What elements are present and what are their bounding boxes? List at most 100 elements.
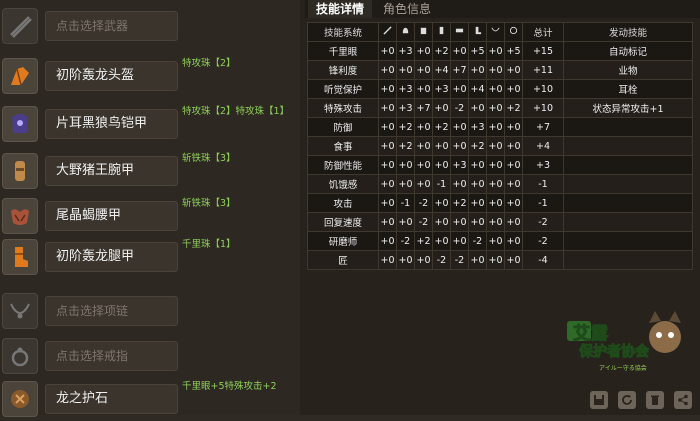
total-value: +7 xyxy=(522,117,564,137)
waist-value: +3 xyxy=(450,155,469,175)
equipment-slot[interactable]: 点击选择项链 xyxy=(0,293,300,333)
arm-column-icon xyxy=(432,22,451,42)
waist-value: +0 xyxy=(450,136,469,156)
equipment-name[interactable]: 点击选择项链 xyxy=(45,296,178,326)
equipment-name[interactable]: 初阶轰龙腿甲 xyxy=(45,242,178,272)
skill-system-cell: 匠 xyxy=(307,250,379,270)
arm-value: +3 xyxy=(432,79,451,99)
equipment-name[interactable]: 点击选择武器 xyxy=(45,11,178,41)
charm-value: +0 xyxy=(504,117,523,137)
total-value: -2 xyxy=(522,212,564,232)
arm-value: +0 xyxy=(432,136,451,156)
activated-skill-cell: 状态异常攻击+1 xyxy=(563,98,693,118)
charm-value: +0 xyxy=(504,174,523,194)
skill-system-cell: 防御 xyxy=(307,117,379,137)
share-button[interactable] xyxy=(674,391,692,409)
table-row: 攻击 +0 -1 -2 +0 +2 +0 +0 +0 -1 xyxy=(307,193,693,213)
table-row: 食事 +0 +2 +0 +0 +0 +2 +0 +0 +4 xyxy=(307,136,693,156)
chest-value: +0 xyxy=(414,41,433,61)
waist-value: -2 xyxy=(450,98,469,118)
leg-armor-icon[interactable] xyxy=(2,239,38,275)
helmet-value: +0 xyxy=(396,60,415,80)
charm-value: +0 xyxy=(504,231,523,251)
table-row: 千里眼 +0 +3 +0 +2 +0 +5 +0 +5 +15 自动标记 xyxy=(307,41,693,61)
jewel-info: 斩铁珠【3】 xyxy=(182,198,236,209)
header-skill-system: 技能系统 xyxy=(307,22,379,42)
weapon-value: +0 xyxy=(378,231,397,251)
equipment-name[interactable]: 尾晶蝎腰甲 xyxy=(45,201,178,231)
trash-icon xyxy=(651,395,659,405)
total-value: -2 xyxy=(522,231,564,251)
equipment-name[interactable]: 龙之护石 xyxy=(45,384,178,414)
skill-table-wrapper: 技能系统 总计 发动技能 千里眼 +0 +3 +0 +2 +0 +5 +0 +5 +15 自动标记锋… xyxy=(307,22,695,270)
helmet-icon[interactable] xyxy=(2,58,38,94)
total-value: +10 xyxy=(522,79,564,99)
equipment-slot[interactable]: 片耳黑狼鸟铠甲 特攻珠【2】特攻珠【1】 xyxy=(0,106,300,146)
refresh-button[interactable] xyxy=(618,391,636,409)
equipment-slot[interactable]: 尾晶蝎腰甲 斩铁珠【3】 xyxy=(0,198,300,238)
waist-value: +0 xyxy=(450,174,469,194)
equipment-slot[interactable]: 初阶轰龙头盔 特攻珠【2】 xyxy=(0,58,300,98)
equipment-name[interactable]: 点击选择戒指 xyxy=(45,341,178,371)
equipment-name[interactable]: 大野猪王腕甲 xyxy=(45,156,178,186)
waist-value: +0 xyxy=(450,79,469,99)
equipment-name[interactable]: 片耳黑狼鸟铠甲 xyxy=(45,109,178,139)
leg-value: +0 xyxy=(468,155,487,175)
charm-icon[interactable] xyxy=(2,381,38,417)
leg-value: +0 xyxy=(468,98,487,118)
helmet-column-icon xyxy=(396,22,415,42)
table-row: 特殊攻击 +0 +3 +7 +0 -2 +0 +0 +2 +10 状态异常攻击+1 xyxy=(307,98,693,118)
delete-button[interactable] xyxy=(646,391,664,409)
table-row: 防御 +0 +2 +0 +2 +0 +3 +0 +0 +7 xyxy=(307,117,693,137)
waist-value: +0 xyxy=(450,41,469,61)
waist-value: +2 xyxy=(450,193,469,213)
activated-skill-cell xyxy=(563,231,693,251)
arm-value: -1 xyxy=(432,174,451,194)
helmet-value: +3 xyxy=(396,41,415,61)
tab-character-info[interactable]: 角色信息 xyxy=(375,0,439,18)
arm-value: +0 xyxy=(432,212,451,232)
chest-armor-icon[interactable] xyxy=(2,106,38,142)
arm-value: +0 xyxy=(432,231,451,251)
leg-value: +0 xyxy=(468,212,487,232)
table-row: 研磨师 +0 -2 +2 +0 +0 -2 +0 +0 -2 xyxy=(307,231,693,251)
equipment-slot[interactable]: 龙之护石 千里眼+5特殊攻击+2 xyxy=(0,381,300,421)
weapon-icon[interactable] xyxy=(2,8,38,44)
charm-value: +0 xyxy=(504,250,523,270)
weapon-column-icon xyxy=(378,22,397,42)
table-row: 防御性能 +0 +0 +0 +0 +3 +0 +0 +0 +3 xyxy=(307,155,693,175)
necklace-value: +0 xyxy=(486,60,505,80)
activated-skill-cell: 耳栓 xyxy=(563,79,693,99)
waist-value: +0 xyxy=(450,117,469,137)
equipment-slot[interactable]: 初阶轰龙腿甲 千里珠【1】 xyxy=(0,239,300,279)
leg-value: +0 xyxy=(468,60,487,80)
weapon-value: +0 xyxy=(378,193,397,213)
total-value: +3 xyxy=(522,155,564,175)
tab-skill-details[interactable]: 技能详情 xyxy=(308,0,373,18)
activated-skill-cell xyxy=(563,117,693,137)
equipment-slot[interactable]: 点击选择戒指 xyxy=(0,338,300,378)
gauntlet-icon[interactable] xyxy=(2,153,38,189)
charm-value: +0 xyxy=(504,193,523,213)
chest-value: -2 xyxy=(414,212,433,232)
equipment-slot[interactable]: 大野猪王腕甲 斩铁珠【3】 xyxy=(0,153,300,193)
arm-value: +0 xyxy=(432,98,451,118)
helmet-value: +0 xyxy=(396,250,415,270)
header-total: 总计 xyxy=(522,22,564,42)
equipment-name[interactable]: 初阶轰龙头盔 xyxy=(45,61,178,91)
helmet-value: +0 xyxy=(396,212,415,232)
table-row: 饥饿感 +0 +0 +0 -1 +0 +0 +0 +0 -1 xyxy=(307,174,693,194)
necklace-icon[interactable] xyxy=(2,293,38,329)
equipment-slot[interactable]: 点击选择武器 xyxy=(0,8,300,48)
table-row: 回复速度 +0 +0 -2 +0 +0 +0 +0 +0 -2 xyxy=(307,212,693,232)
skill-system-cell: 食事 xyxy=(307,136,379,156)
leg-value: +0 xyxy=(468,250,487,270)
save-button[interactable] xyxy=(590,391,608,409)
waist-armor-icon[interactable] xyxy=(2,198,38,234)
jewel-info: 斩铁珠【3】 xyxy=(182,153,236,164)
waist-value: +7 xyxy=(450,60,469,80)
skill-system-cell: 研磨师 xyxy=(307,231,379,251)
ring-icon[interactable] xyxy=(2,338,38,374)
necklace-column-icon xyxy=(486,22,505,42)
table-row: 匠 +0 +0 +0 -2 -2 +0 +0 +0 -4 xyxy=(307,250,693,270)
